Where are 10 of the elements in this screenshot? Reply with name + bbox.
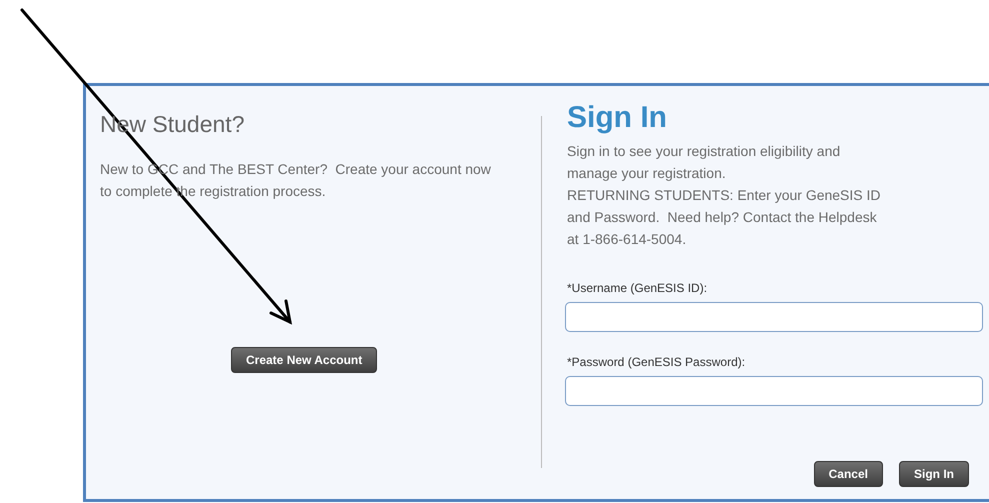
cancel-button[interactable]: Cancel <box>814 461 883 487</box>
sign-in-button[interactable]: Sign In <box>899 461 969 487</box>
password-field[interactable] <box>565 376 983 406</box>
field-label: *Username (GenESIS ID): <box>567 280 708 296</box>
field-label: *Password (GenESIS Password): <box>567 354 746 370</box>
create-account-button[interactable]: Create New Account <box>231 347 378 373</box>
username-field[interactable] <box>565 302 983 332</box>
help-text: RETURNING STUDENTS: Enter your GeneSIS ID and Password. Need help? Contact the Helpdesk at 1-866-614-5004. <box>567 186 882 249</box>
sign-in-title: Sign In <box>567 100 668 136</box>
intro-text: Sign in to see your registration eligibility and manage your registration. <box>567 142 842 183</box>
